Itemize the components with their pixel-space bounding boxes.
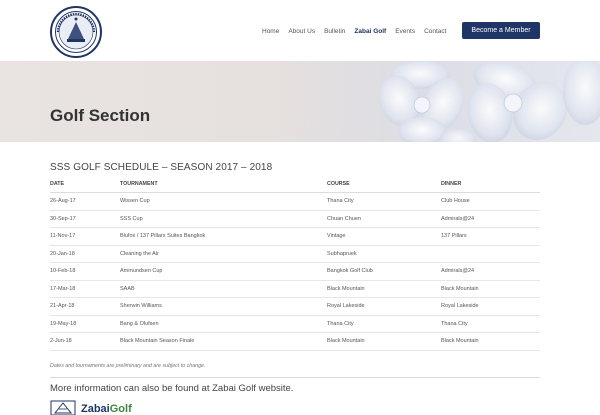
tournament-cell: Wissen Cup [120, 198, 150, 205]
tournament-cell: Cleaning the Air [120, 250, 159, 257]
tournament-cell: Sherwin Williams [120, 303, 162, 310]
nav-zabai-golf[interactable]: Zabai Golf [354, 28, 386, 35]
table-row: 20-Jan-18 Cleaning the Air Subhapruek [50, 246, 540, 263]
course-cell: Subhapruek [327, 250, 357, 257]
zabai-golf-logo-text: ZabaiGolf [81, 403, 132, 415]
date-cell: 19-May-18 [50, 320, 77, 327]
dinner-cell: Club House [441, 198, 470, 205]
column-header-dinner: DINNER [441, 181, 462, 187]
tournament-cell: SSS Cup [120, 215, 143, 222]
nav-about-us[interactable]: About Us [288, 28, 315, 35]
course-cell: Royal Lakeside [327, 303, 365, 310]
table-row: 10-Feb-18 Ammundsen Cup Bangkok Golf Clu… [50, 263, 540, 281]
tournament-cell: Black Mountain Season Finale [120, 338, 195, 345]
course-cell: Bangkok Golf Club [327, 268, 373, 275]
table-row: 2-Jun-18 Black Mountain Season Finale Bl… [50, 333, 540, 351]
nav-bulletin[interactable]: Bulletin [324, 28, 345, 35]
become-member-button[interactable]: Become a Member [462, 22, 540, 39]
date-cell: 30-Sep-17 [50, 215, 76, 222]
dinner-cell: 137 Pillars [441, 233, 467, 240]
page-title: Golf Section [50, 106, 151, 125]
zabai-golf-badge-icon [50, 400, 76, 415]
schedule-table: DATE TOURNAMENT COURSE DINNER 26-Aug-17 … [50, 176, 540, 351]
main-nav: Home About Us Bulletin Zabai Golf Events… [262, 25, 455, 37]
schedule-note: Dates and tournaments are preliminary an… [50, 363, 206, 369]
date-cell: 17-Mar-18 [50, 285, 76, 292]
club-seal-logo[interactable] [50, 6, 102, 58]
date-cell: 11-Nov-17 [50, 233, 76, 240]
dinner-cell: Black Mountain [441, 285, 479, 292]
date-cell: 10-Feb-18 [50, 268, 76, 275]
table-row: 17-Mar-18 SAAB Black Mountain Black Moun… [50, 281, 540, 298]
table-row: 26-Aug-17 Wissen Cup Thana City Club Hou… [50, 193, 540, 211]
table-header-row: DATE TOURNAMENT COURSE DINNER [50, 176, 540, 193]
date-cell: 21-Apr-18 [50, 303, 75, 310]
table-row: 21-Apr-18 Sherwin Williams Royal Lakesid… [50, 298, 540, 316]
column-header-date: DATE [50, 181, 65, 187]
course-cell: Black Mountain [327, 338, 365, 345]
more-info-text: More information can also be found at Za… [50, 383, 294, 394]
nav-home[interactable]: Home [262, 28, 279, 35]
dinner-cell: Black Mountain [441, 338, 479, 345]
dinner-cell: Thana City [441, 320, 468, 327]
golf-logo-word: Golf [109, 403, 132, 415]
tournament-cell: SAAB [120, 285, 135, 292]
date-cell: 20-Jan-18 [50, 250, 75, 257]
table-row: 19-May-18 Bang & Olufsen Thana City Than… [50, 316, 540, 333]
orchid-flowers-image [379, 61, 600, 142]
nav-contact[interactable]: Contact [424, 28, 446, 35]
table-row: 11-Nov-17 Blufox / 137 Pillars Suites Ba… [50, 228, 540, 246]
nav-events[interactable]: Events [395, 28, 415, 35]
course-cell: Chuan Chuen [327, 215, 361, 222]
divider [50, 377, 540, 378]
column-header-course: COURSE [327, 181, 350, 187]
course-cell: Thana City [327, 198, 354, 205]
column-header-tournament: TOURNAMENT [120, 181, 158, 187]
zabai-golf-logo[interactable]: ZabaiGolf [50, 400, 132, 415]
date-cell: 2-Jun-18 [50, 338, 72, 345]
table-row: 30-Sep-17 SSS Cup Chuan Chuen Admirals@2… [50, 211, 540, 228]
zabai-logo-word: Zabai [81, 403, 110, 415]
page-banner: Golf Section [0, 61, 600, 142]
schedule-title: SSS GOLF SCHEDULE – SEASON 2017 – 2018 [50, 162, 273, 173]
site-header: Home About Us Bulletin Zabai Golf Events… [0, 0, 600, 61]
course-cell: Vintage [327, 233, 346, 240]
dinner-cell: Royal Lakeside [441, 303, 479, 310]
tournament-cell: Blufox / 137 Pillars Suites Bangkok [120, 233, 206, 240]
tournament-cell: Bang & Olufsen [120, 320, 159, 327]
course-cell: Thana City [327, 320, 354, 327]
dinner-cell: Admirals@24 [441, 215, 475, 222]
date-cell: 26-Aug-17 [50, 198, 76, 205]
dinner-cell: Admirals@24 [441, 268, 475, 275]
tournament-cell: Ammundsen Cup [120, 268, 163, 275]
course-cell: Black Mountain [327, 285, 365, 292]
